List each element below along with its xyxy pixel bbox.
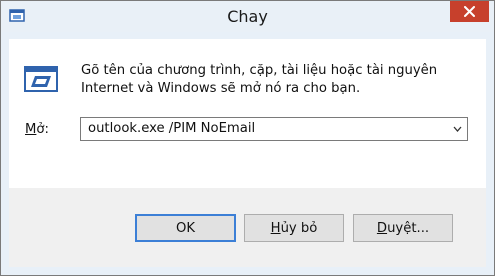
dialog-body: Gõ tên của chương trình, cặp, tài liệu h…	[9, 39, 486, 188]
chevron-down-icon[interactable]	[453, 125, 462, 133]
cancel-button[interactable]: Hủy bỏ	[244, 214, 344, 242]
run-dialog: Chay Gõ tên của chương trình, cặp, tài l…	[0, 0, 495, 276]
browse-button[interactable]: Duyệt...	[353, 214, 453, 242]
open-label-mnemonic: M	[25, 122, 37, 137]
window-title: Chay	[227, 7, 268, 26]
cancel-button-mnemonic: H	[270, 220, 281, 236]
open-label-text: ở:	[36, 122, 49, 137]
browse-button-mnemonic: D	[376, 220, 388, 236]
open-input[interactable]: outlook.exe /PIM NoEmail	[88, 121, 255, 136]
close-button[interactable]	[450, 1, 489, 22]
button-bar: OK Hủy bỏ Duyệt...	[9, 188, 486, 267]
description-line-2: Internet và Windows sẽ mở nó ra cho bạn.	[81, 81, 361, 96]
cancel-button-label: ủy bỏ	[280, 220, 318, 236]
open-combobox[interactable]: outlook.exe /PIM NoEmail	[80, 117, 468, 141]
open-label: Mở:	[25, 122, 49, 137]
run-program-icon	[24, 66, 58, 92]
title-bar[interactable]: Chay	[1, 1, 494, 32]
dialog-description: Gõ tên của chương trình, cặp, tài liệu h…	[81, 62, 476, 98]
description-line-1: Gõ tên của chương trình, cặp, tài liệu h…	[81, 63, 438, 78]
ok-button-label: OK	[175, 220, 196, 236]
close-icon	[464, 6, 475, 17]
browse-button-label: uyệt...	[387, 220, 430, 236]
ok-button[interactable]: OK	[135, 214, 236, 242]
